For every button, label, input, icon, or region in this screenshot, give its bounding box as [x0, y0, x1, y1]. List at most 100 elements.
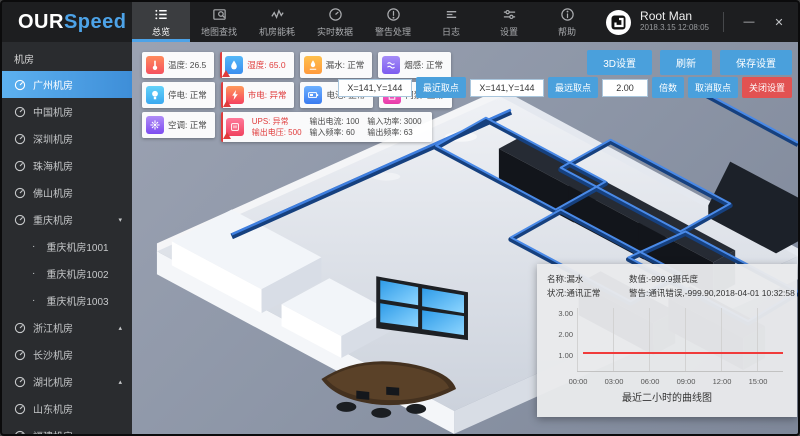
app-logo: OURSpeed [2, 2, 132, 42]
badge-text: 湿度: 65.0 [247, 59, 285, 71]
badge-text: 漏水: 正常 [326, 59, 365, 71]
sidebar-item-label: 深圳机房 [33, 131, 73, 146]
refresh-button[interactable]: 刷新 [660, 50, 712, 75]
badge-text: 空调: 正常 [168, 119, 207, 131]
sidebar-item-shenzhen[interactable]: 深圳机房 [2, 125, 132, 152]
sidebar-item-label: 浙江机房 [33, 320, 73, 335]
tab-settings[interactable]: 设置 [480, 2, 538, 42]
badge-power-outage: 停电: 正常 [142, 82, 215, 108]
pick-settings-bar: 最近取点 最远取点 倍数 取消取点 关闭设置 [338, 77, 792, 98]
coord-input-2[interactable] [470, 79, 544, 97]
tab-help[interactable]: 帮助 [538, 2, 596, 42]
gauge-icon [14, 403, 26, 415]
sidebar-item-shandong[interactable]: 山东机房 [2, 395, 132, 422]
cancel-pick-button[interactable]: 取消取点 [688, 77, 738, 98]
warning-triangle-icon [223, 132, 231, 139]
sidebar-item-label: 湖北机房 [33, 374, 73, 389]
sidebar-item-chongqing-1003[interactable]: 重庆机房1003 [2, 287, 132, 314]
sidebar-item-fujian[interactable]: 福建机房 [2, 422, 132, 436]
logo-text-speed: Speed [64, 11, 127, 34]
coord-input-1[interactable] [338, 79, 412, 97]
x-tick-label: 00:00 [565, 377, 591, 386]
tab-label: 总览 [152, 25, 170, 38]
sensor-history-chart: 3.00 2.00 1.00 00:00 03:00 06:00 09:00 1… [547, 304, 787, 386]
sidebar-item-chongqing[interactable]: 重庆机房 ▾ [2, 206, 132, 233]
ups-output-voltage: 输出电压: 500 [252, 127, 302, 138]
multiplier-button[interactable]: 倍数 [652, 77, 684, 98]
sidebar-item-guangzhou[interactable]: 广州机房 [2, 71, 132, 98]
view-toolbar: 3D设置 刷新 保存设置 [587, 50, 792, 75]
chevron-up-icon[interactable]: ▴ [118, 324, 122, 332]
tab-logs[interactable]: 日志 [422, 2, 480, 42]
alert-circle-icon [386, 7, 401, 22]
x-tick-label: 03:00 [601, 377, 627, 386]
save-settings-button[interactable]: 保存设置 [720, 50, 792, 75]
sensor-tooltip-card: 名称:漏水 数值:-999.9摄氏度 状况:通讯正常 警告:通讯错误,-999.… [537, 264, 797, 417]
warning-triangle-icon [222, 70, 230, 77]
tab-realtime-data[interactable]: 实时数据 [306, 2, 364, 42]
app-window: OURSpeed 总览 地图查找 机房能耗 实时数据 警告处理 [0, 0, 800, 436]
sidebar-item-chongqing-1002[interactable]: 重庆机房1002 [2, 260, 132, 287]
tab-label: 日志 [442, 25, 460, 38]
gridline [649, 308, 650, 371]
map-search-icon [212, 7, 227, 22]
ups-col-1: UPS: 异常 输出电压: 500 [252, 116, 302, 138]
tab-label: 帮助 [558, 25, 576, 38]
badge-text: 市电: 异常 [248, 89, 287, 101]
sidebar-item-zhuhai[interactable]: 珠海机房 [2, 152, 132, 179]
badge-smoke: 烟感: 正常 [378, 52, 451, 78]
user-datetime: 2018.3.15 12:08:05 [640, 22, 709, 34]
logo-text-our: OUR [18, 11, 64, 34]
sidebar-item-label: 中国机房 [33, 104, 73, 119]
3d-settings-button[interactable]: 3D设置 [587, 50, 652, 75]
tab-room-energy[interactable]: 机房能耗 [248, 2, 306, 42]
mains-bolt-icon [226, 86, 244, 104]
gauge-icon [14, 349, 26, 361]
sidebar-item-label: 佛山机房 [33, 185, 73, 200]
user-name: Root Man [640, 10, 709, 22]
overview-list-icon [154, 7, 169, 22]
smoke-sensor-icon [382, 56, 400, 74]
sidebar-item-foshan[interactable]: 佛山机房 [2, 179, 132, 206]
company-logo-icon [605, 9, 632, 36]
tab-map-search[interactable]: 地图查找 [190, 2, 248, 42]
tab-label: 设置 [500, 25, 518, 38]
nearest-point-button[interactable]: 最近取点 [416, 77, 466, 98]
help-info-icon [560, 7, 575, 22]
tab-alert-handling[interactable]: 警告处理 [364, 2, 422, 42]
ups-input-frequency: 输入频率: 60 [310, 127, 360, 138]
sidebar-item-zhejiang[interactable]: 浙江机房 ▴ [2, 314, 132, 341]
ups-col-2: 输出电流: 100 输入频率: 60 [310, 116, 360, 138]
sidebar-item-changsha[interactable]: 长沙机房 [2, 341, 132, 368]
ups-input-power: 输入功率: 3000 [367, 116, 421, 127]
sidebar-item-chongqing-1001[interactable]: 重庆机房1001 [2, 233, 132, 260]
gridline [757, 308, 758, 371]
gridline [721, 308, 722, 371]
chevron-up-icon[interactable]: ▴ [118, 378, 122, 386]
sidebar-item-zhongguo[interactable]: 中国机房 [2, 98, 132, 125]
badge-temperature: 温度: 26.5 [142, 52, 214, 78]
y-tick-label: 1.00 [547, 351, 573, 360]
badge-text: 停电: 正常 [168, 89, 207, 101]
sensor-value: 数值:-999.9摄氏度 [629, 272, 787, 286]
gridline [613, 308, 614, 371]
sensor-name: 名称:漏水 [547, 272, 629, 286]
gauge-icon [14, 214, 26, 226]
zoom-multiplier-input[interactable] [602, 79, 648, 97]
humidity-drop-icon [225, 56, 243, 74]
sidebar-item-label: 重庆机房1001 [46, 239, 108, 254]
sidebar-item-label: 重庆机房 [33, 212, 73, 227]
sidebar-item-hubei[interactable]: 湖北机房 ▴ [2, 368, 132, 395]
sidebar-item-label: 广州机房 [33, 77, 73, 92]
chevron-down-icon[interactable]: ▾ [118, 216, 122, 224]
ups-output-frequency: 输出频率: 63 [367, 127, 421, 138]
tab-label: 警告处理 [375, 25, 411, 38]
close-settings-button[interactable]: 关闭设置 [742, 77, 792, 98]
farthest-point-button[interactable]: 最远取点 [548, 77, 598, 98]
badge-mains-power: 市电: 异常 [221, 82, 295, 108]
tab-overview[interactable]: 总览 [132, 2, 190, 42]
close-button[interactable]: ✕ [768, 16, 790, 29]
badge-ups: UPS: 异常 输出电压: 500 输出电流: 100 输入频率: 60 输入功… [221, 112, 432, 142]
minimize-button[interactable]: — [738, 16, 760, 28]
gauge-icon [14, 376, 26, 388]
